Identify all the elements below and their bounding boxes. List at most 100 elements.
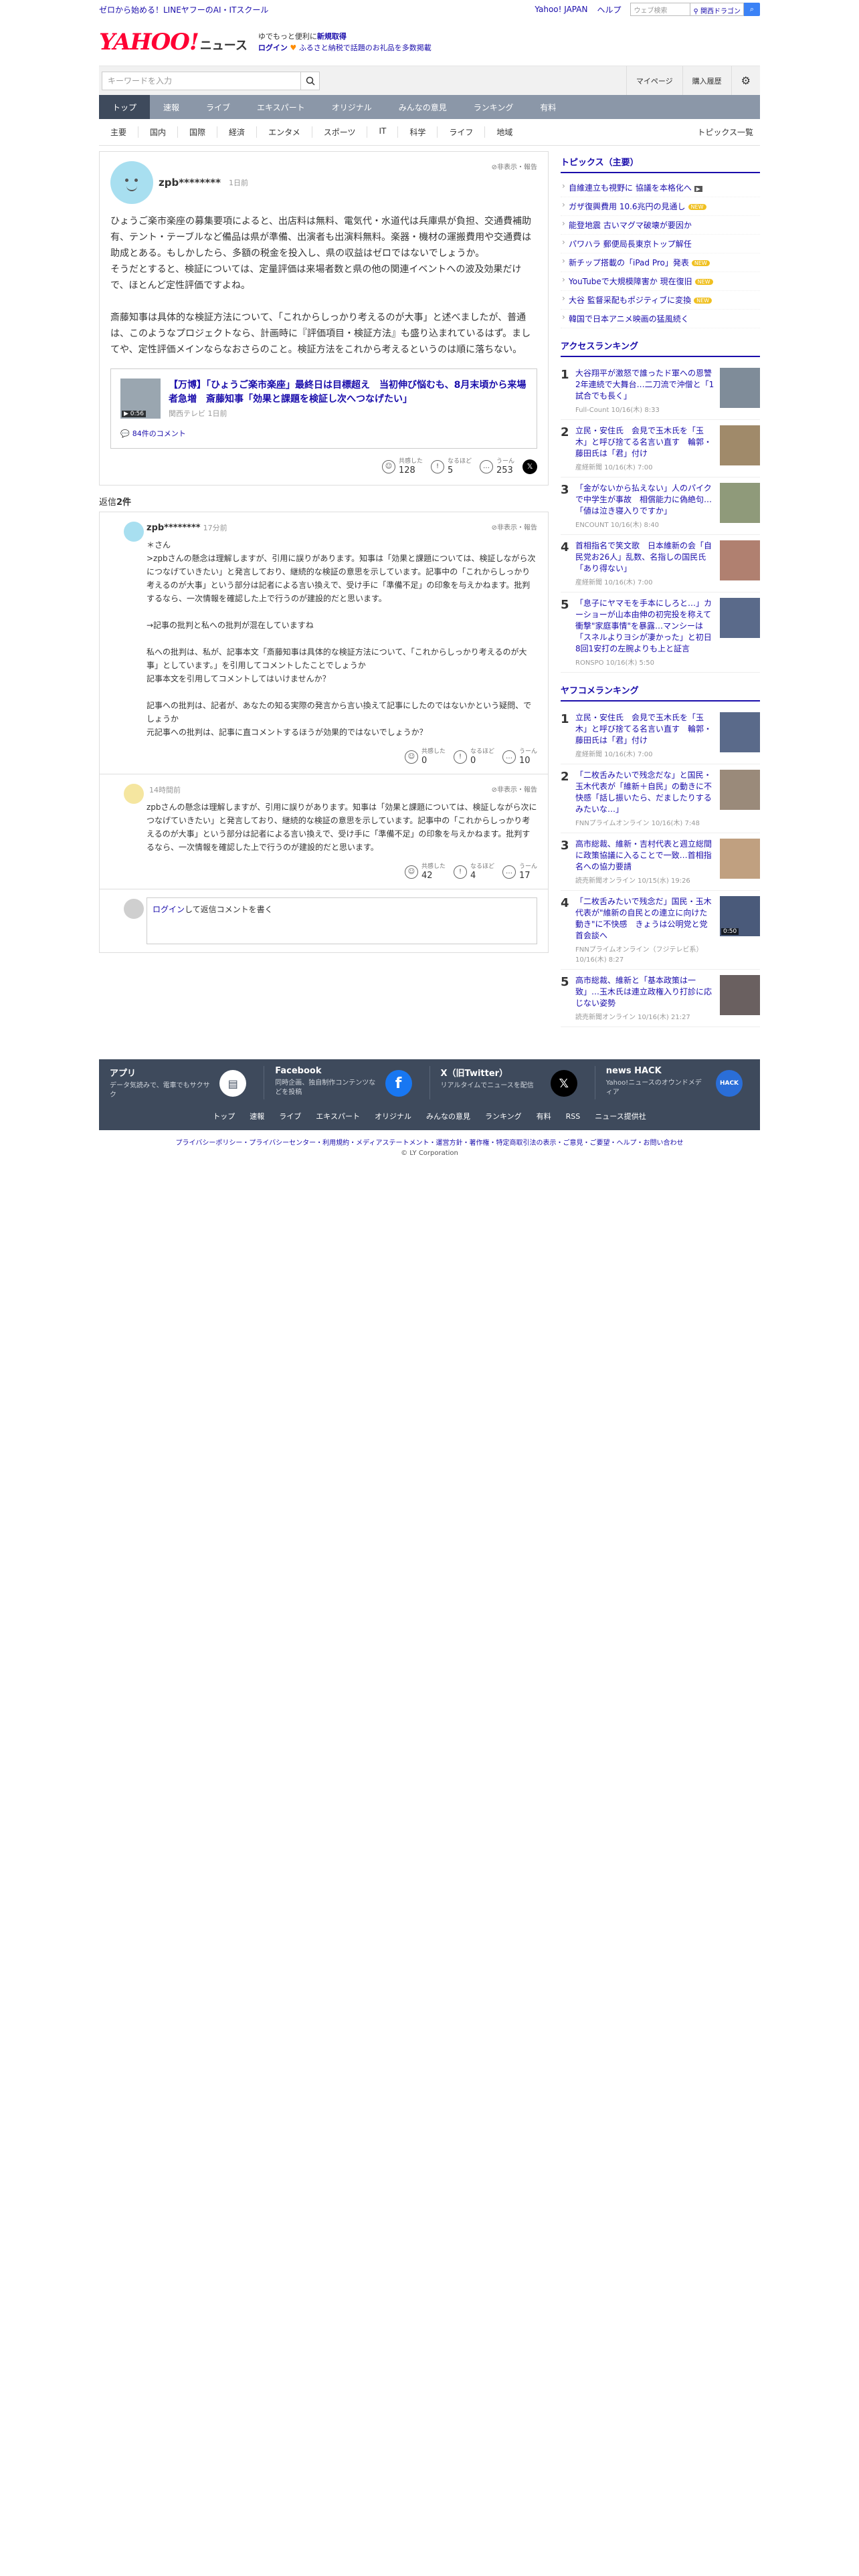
reply-report-link[interactable]: ⊘非表示・報告 [492,522,537,532]
nav-paid[interactable]: 有料 [527,95,569,119]
reply-input[interactable]: ログインして返信コメントを書く [147,897,537,944]
react-empathy-button[interactable]: ☺ 共感した 0 [404,748,446,766]
app-icon: ▤ [219,1070,247,1097]
reply-report-link[interactable]: ⊘非表示・報告 [492,784,537,794]
nav-breaking[interactable]: 速報 [150,95,193,119]
reply-login-link[interactable]: ログイン [153,905,185,914]
login-link[interactable]: ログイン [258,43,288,52]
ranking-item[interactable]: 5 「息子にヤマモを手本にしろと…」カーショーが山本由伸の初完投を称えて衝撃"家庭… [561,593,760,673]
footer-link[interactable]: ニュース提供社 [595,1111,646,1121]
nav-opinions[interactable]: みんなの意見 [385,95,460,119]
footer-newshack[interactable]: news HACK Yahoo!ニュースのオウンドメディア HACK [595,1066,760,1099]
article-title[interactable]: 【万博】「ひょうご楽市楽座」最終日は目標超え 当初伸び悩むも、8月末頃から来場者… [169,379,527,407]
react-empathy-button[interactable]: ☺ 共感した 42 [404,863,446,881]
topics-list-link[interactable]: トピックス一覧 [697,126,760,138]
reply-username[interactable]: zpb******** [147,523,201,533]
settings-button[interactable]: ⚙ [731,66,760,95]
ranking-item[interactable]: 5 高市総裁、維新と「基本政策は一致」…玉木氏は連立政権入り打診に応じない姿勢 読売… [561,970,760,1027]
news-search-input[interactable]: キーワードを入力 [102,75,300,86]
cat-science[interactable]: 科学 [398,126,438,138]
nav-live[interactable]: ライブ [193,95,244,119]
yahoo-news-logo[interactable]: YAHOO! ニュース [99,29,248,56]
footer-link[interactable]: 有料 [537,1111,551,1121]
legal-links[interactable]: プライバシーポリシー・プライバシーセンター・利用規約・メディアステートメント・運… [99,1137,760,1147]
nav-expert[interactable]: エキスパート [244,95,318,119]
ranking-item[interactable]: 4 「二枚舌みたいで残念だ」国民・玉木代表が"維新の自民との連立に向けた動き"に不… [561,891,760,970]
topics-heading[interactable]: トピックス（主要） [561,151,760,173]
news-search-button[interactable] [300,72,319,90]
cat-main[interactable]: 主要 [99,126,139,138]
footer-link[interactable]: 速報 [250,1111,264,1121]
footer-facebook[interactable]: Facebook 同時企画、独自制作コンテンツなどを投稿 f [264,1066,430,1099]
ranking-item[interactable]: 3 「金がないから払えない」人のパイクで中学生が事故 相償能力に偽絶句…「値は泣き… [561,477,760,535]
cat-entertainment[interactable]: エンタメ [257,126,312,138]
react-hmm-button[interactable]: … うーん 253 [479,458,514,475]
cat-domestic[interactable]: 国内 [138,126,179,138]
nav-top[interactable]: トップ [99,95,151,119]
top-strip: ゼロから始める！LINEヤフーのAI・ITスクール Yahoo! JAPAN ヘ… [99,0,760,19]
web-search-input[interactable]: ウェブ検索 [630,3,691,16]
facebook-icon: f [385,1070,412,1097]
new-badge: NEW [691,260,710,266]
web-search-button[interactable]: ⌕ [744,3,760,16]
ranking-item[interactable]: 1 大谷翔平が激怒で誰ったド軍への恩讐 2年連続で大舞台…二刀流で沖僧と「1試合で… [561,362,760,420]
react-naruhodo-button[interactable]: ! なるほど 5 [430,458,472,475]
cat-economy[interactable]: 経済 [217,126,258,138]
react-hmm-button[interactable]: … うーん 10 [502,748,537,766]
topic-item[interactable]: 自維連立も視野に 協議を本格化へ ▶ [561,179,760,197]
topic-item[interactable]: YouTubeで大規模障害か 現在復旧NEW [561,272,760,291]
nav-original[interactable]: オリジナル [318,95,385,119]
ranking-item[interactable]: 1 立民・安住氏 会見で玉木氏を「玉木」と呼び捨てる名言い直す 輪郭・藤田氏は「君… [561,707,760,764]
ranking-item[interactable]: 3 高市総裁、維新・吉村代表と週立総間に政策協議に入ることで一致…首相指名への協力… [561,833,760,891]
topic-item[interactable]: 大谷 監督采配もポジティブに変換NEW [561,291,760,310]
empathy-icon: ☺ [404,865,418,879]
article-card[interactable]: ▶ 0:56 【万博】「ひょうご楽市楽座」最終日は目標超え 当初伸び悩むも、8月… [110,368,537,449]
purchase-history-link[interactable]: 購入履歴 [682,66,731,95]
topic-item[interactable]: 新チップ搭載の「iPad Pro」発表NEW [561,253,760,272]
report-link[interactable]: ⊘非表示・報告 [492,161,537,171]
ranking-item[interactable]: 2 立民・安住氏 会見で玉木氏を「玉木」と呼び捨てる名言い直す 輪郭・藤田氏は「君… [561,420,760,477]
yahoo-comment-ranking-heading[interactable]: ヤフコメランキング [561,679,760,702]
react-naruhodo-button[interactable]: ! なるほど 4 [453,863,494,881]
region-selector[interactable]: ⚲ 関西ドラゴン [690,3,744,16]
x-icon: 𝕏 [550,1070,577,1097]
react-hmm-button[interactable]: … うーん 17 [502,863,537,881]
report-icon: ⊘ [491,524,497,532]
ranking-item[interactable]: 2 「二枚舌みたいで残念だな」と国民・玉木代表が「維新＋自民」の動きに不快感「話し… [561,764,760,833]
comment-card: zpb******** 1日前 ⊘非表示・報告 ひょうご楽市楽座の募集要項による… [99,151,549,486]
promo-link[interactable]: ゼロから始める！LINEヤフーのAI・ITスクール [99,4,268,15]
cat-local[interactable]: 地域 [485,126,524,138]
footer-link[interactable]: みんなの意見 [426,1111,470,1121]
access-ranking-heading[interactable]: アクセスランキング [561,335,760,357]
footer-link[interactable]: トップ [213,1111,235,1121]
topic-item[interactable]: 能登地震 古いマグマ破壊が要因か [561,216,760,235]
topic-item[interactable]: パワハラ 郵便局長東京トップ解任 [561,235,760,253]
cat-international[interactable]: 国際 [178,126,218,138]
yahoo-japan-link[interactable]: Yahoo! JAPAN [535,5,587,14]
footer-link[interactable]: ランキング [485,1111,522,1121]
footer-link[interactable]: ライブ [279,1111,301,1121]
article-comments-label: 84件のコメント [132,429,186,438]
ranking-thumbnail [720,770,760,810]
furusato-link[interactable]: ふるさと納税で話題のお礼品を多数掲載 [299,43,432,52]
cat-sports[interactable]: スポーツ [312,126,368,138]
footer-x[interactable]: X（旧Twitter） リアルタイムでニュースを配信 𝕏 [430,1066,595,1099]
react-empathy-button[interactable]: ☺ 共感した 128 [381,458,423,475]
signup-link[interactable]: 新規取得 [317,32,347,41]
comment-username[interactable]: zpb******** [159,177,221,189]
footer-link[interactable]: オリジナル [375,1111,411,1121]
cat-it[interactable]: IT [367,126,399,138]
nav-ranking[interactable]: ランキング [460,95,527,119]
cat-life[interactable]: ライフ [438,126,486,138]
article-comments-link[interactable]: 💬 84件のコメント [120,428,527,439]
footer-app[interactable]: アプリ データ気読みで、電車でもサクサク ▤ [99,1066,265,1099]
ranking-item[interactable]: 4 首相指名で笑文歌 日本維新の会「自民党お26人」乱数、名指しの国民氏「あり得な… [561,535,760,593]
mypage-link[interactable]: マイページ [626,66,682,95]
react-naruhodo-button[interactable]: ! なるほど 0 [453,748,494,766]
x-share-button[interactable]: 𝕏 [522,459,537,474]
footer-link[interactable]: RSS [566,1112,581,1121]
help-link[interactable]: ヘルプ [597,4,621,15]
footer-link[interactable]: エキスパート [316,1111,360,1121]
topic-item[interactable]: ガザ復興費用 10.6兆円の見通しNEW [561,197,760,216]
topic-item[interactable]: 韓国で日本アニメ映画の猛風続く [561,310,760,328]
